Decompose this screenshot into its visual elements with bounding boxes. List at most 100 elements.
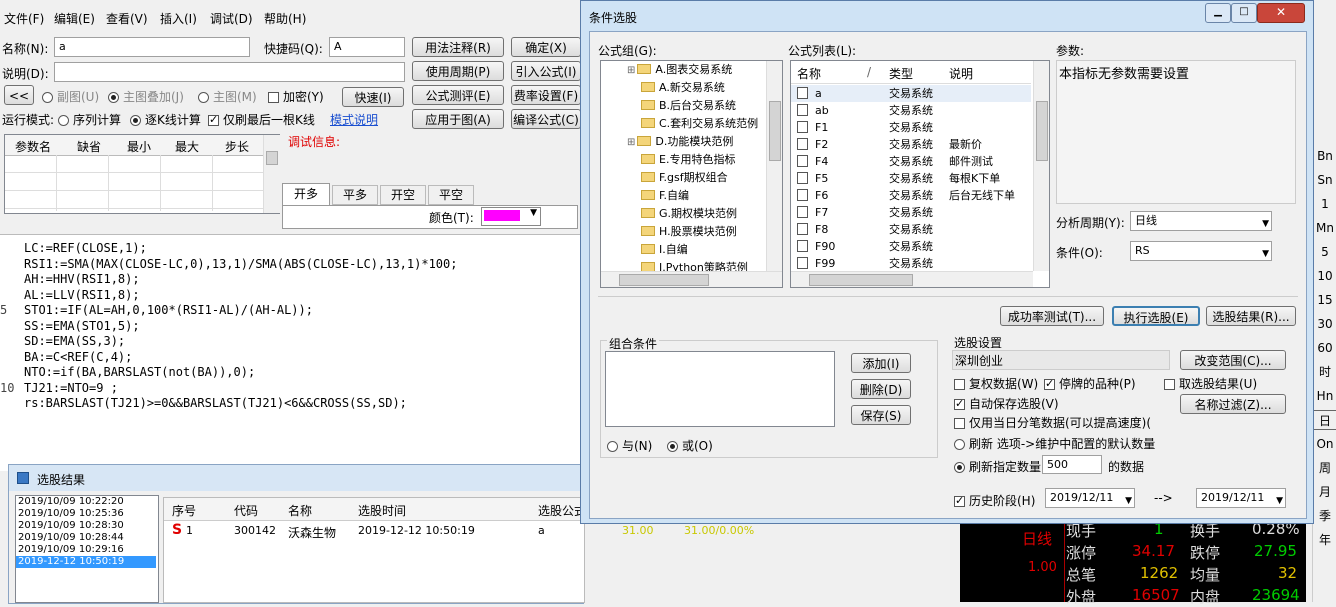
- delete-button[interactable]: 删除(D): [851, 379, 911, 399]
- menu-file[interactable]: 文件(F): [4, 10, 44, 27]
- formula-group-item[interactable]: H.股票模块范例: [641, 223, 737, 241]
- menu-help[interactable]: 帮助(H): [264, 10, 306, 27]
- expand-icon[interactable]: ⊞: [627, 65, 635, 76]
- formula-list-row[interactable]: F99 交易系统: [791, 255, 1031, 272]
- tab-close-long[interactable]: 平多: [332, 185, 378, 205]
- minimize-button[interactable]: ▁: [1205, 3, 1231, 23]
- radio-main[interactable]: 主图(M): [198, 88, 257, 105]
- param-scroll-thumb[interactable]: [266, 151, 278, 165]
- tree-hscroll-thumb[interactable]: [619, 274, 709, 286]
- success-rate-button[interactable]: 成功率测试(T)...: [1000, 306, 1104, 326]
- tab-close-short[interactable]: 平空: [428, 185, 474, 205]
- period-tool-2[interactable]: 1: [1313, 194, 1336, 214]
- period-tool-7[interactable]: 30: [1313, 314, 1336, 334]
- formula-group-item[interactable]: ⊞ D.功能模块范例: [627, 133, 733, 151]
- desc-input[interactable]: [54, 62, 405, 82]
- formula-group-item[interactable]: F.自编: [641, 187, 689, 205]
- menu-edit[interactable]: 编辑(E): [54, 10, 95, 27]
- formula-list-row[interactable]: F8 交易系统: [791, 221, 1031, 238]
- run-selection-button[interactable]: 执行选股(E): [1112, 306, 1200, 326]
- result-time-item[interactable]: 2019/10/09 10:28:44: [16, 532, 156, 544]
- ok-button[interactable]: 确定(X): [511, 37, 581, 57]
- formula-list-row[interactable]: F5 交易系统 每根K下单: [791, 170, 1031, 187]
- selection-result-button[interactable]: 选股结果(R)...: [1206, 306, 1296, 326]
- name-input[interactable]: a: [54, 37, 250, 57]
- period-tool-9[interactable]: 时: [1313, 362, 1336, 382]
- count-input[interactable]: 500: [1042, 455, 1102, 474]
- formula-list-row[interactable]: F4 交易系统 邮件测试: [791, 153, 1031, 170]
- result-time-item[interactable]: 2019/10/09 10:25:36: [16, 508, 156, 520]
- radio-overlay[interactable]: 主图叠加(J): [108, 88, 184, 105]
- formula-list-row[interactable]: F90 交易系统: [791, 238, 1031, 255]
- quick-button[interactable]: 快速(I): [342, 87, 404, 107]
- radio-sequence[interactable]: 序列计算: [58, 111, 121, 128]
- radio-per-bar[interactable]: 逐K线计算: [130, 111, 201, 128]
- expand-icon[interactable]: ⊞: [627, 137, 635, 148]
- import-formula-button[interactable]: 引入公式(I): [511, 61, 581, 81]
- formula-list-row[interactable]: F6 交易系统 后台无线下单: [791, 187, 1031, 204]
- period-tool-0[interactable]: Bn: [1313, 146, 1336, 166]
- name-filter-button[interactable]: 名称过滤(Z)...: [1180, 394, 1286, 414]
- tree-vscroll-thumb[interactable]: [769, 101, 781, 161]
- formula-group-item[interactable]: B.后台交易系统: [641, 97, 736, 115]
- compile-button[interactable]: 编译公式(C): [511, 109, 581, 129]
- period-tool-6[interactable]: 15: [1313, 290, 1336, 310]
- usage-period-button[interactable]: 使用周期(P): [412, 61, 504, 81]
- results-row[interactable]: S 1 300142 沃森生物 2019-12-12 10:50:19 a: [164, 522, 584, 540]
- period-tool-10[interactable]: Hn: [1313, 386, 1336, 406]
- radio-or[interactable]: 或(O): [667, 437, 713, 454]
- formula-group-item[interactable]: ⊞ A.图表交易系统: [627, 61, 732, 79]
- result-time-item[interactable]: 2019/10/09 10:29:16: [16, 544, 156, 556]
- close-button[interactable]: ✕: [1257, 3, 1305, 23]
- fee-settings-button[interactable]: 费率设置(F): [511, 85, 581, 105]
- period-tool-14[interactable]: 月: [1313, 482, 1336, 502]
- formula-list-row[interactable]: a 交易系统: [791, 85, 1031, 102]
- param-scrollbar[interactable]: [263, 135, 280, 213]
- restore-checkbox[interactable]: 复权数据(W): [954, 375, 1038, 392]
- formula-list[interactable]: 名称 / 类型 说明 a 交易系统 ab 交易系统 F1 交易系统 F2 交易系统 最新价 F4 交…: [790, 60, 1050, 288]
- suspended-checkbox[interactable]: 停牌的品种(P): [1044, 375, 1136, 392]
- menu-debug[interactable]: 调试(D): [210, 10, 253, 27]
- formula-group-item[interactable]: F.gsf期权组合: [641, 169, 728, 187]
- menu-insert[interactable]: 插入(I): [160, 10, 197, 27]
- list-vscroll[interactable]: [1033, 61, 1049, 271]
- result-time-item[interactable]: 2019-12-12 10:50:19: [16, 556, 156, 568]
- list-vscroll-thumb[interactable]: [1036, 101, 1048, 161]
- period-tool-15[interactable]: 季: [1313, 506, 1336, 526]
- formula-list-row[interactable]: F1 交易系统: [791, 119, 1031, 136]
- period-select[interactable]: 日线 ▼: [1130, 211, 1272, 231]
- formula-list-row[interactable]: F2 交易系统 最新价: [791, 136, 1031, 153]
- add-button[interactable]: 添加(I): [851, 353, 911, 373]
- formula-group-item[interactable]: A.新交易系统: [641, 79, 725, 97]
- radio-subchart[interactable]: 副图(U): [42, 88, 99, 105]
- period-tool-4[interactable]: 5: [1313, 242, 1336, 262]
- list-hscroll[interactable]: [791, 271, 1033, 287]
- formula-test-button[interactable]: 公式测评(E): [412, 85, 504, 105]
- formula-group-item[interactable]: G.期权模块范例: [641, 205, 737, 223]
- code-editor[interactable]: LC:=REF(CLOSE,1); RSI1:=SMA(MAX(CLOSE-LC,…: [0, 234, 580, 471]
- formula-group-item[interactable]: C.套利交易系统范例: [641, 115, 758, 133]
- apply-to-chart-button[interactable]: 应用于图(A): [412, 109, 504, 129]
- period-tool-3[interactable]: Mn: [1313, 218, 1336, 238]
- date-to-select[interactable]: 2019/12/11 ▼: [1196, 488, 1286, 508]
- collapse-button[interactable]: <<: [4, 85, 34, 105]
- encrypt-checkbox[interactable]: 加密(Y): [268, 88, 324, 105]
- period-tool-8[interactable]: 60: [1313, 338, 1336, 358]
- tab-open-short[interactable]: 开空: [380, 185, 426, 205]
- result-time-item[interactable]: 2019/10/09 10:22:20: [16, 496, 156, 508]
- save-button[interactable]: 保存(S): [851, 405, 911, 425]
- formula-list-row[interactable]: ab 交易系统: [791, 102, 1031, 119]
- maximize-button[interactable]: □: [1231, 3, 1257, 23]
- autosave-checkbox[interactable]: 自动保存选股(V): [954, 395, 1059, 412]
- period-tool-1[interactable]: Sn: [1313, 170, 1336, 190]
- menu-view[interactable]: 查看(V): [106, 10, 148, 27]
- intraday-checkbox[interactable]: 仅用当日分笔数据(可以提高速度)(: [954, 414, 1151, 431]
- tab-open-long[interactable]: 开多: [282, 183, 330, 206]
- change-range-button[interactable]: 改变范围(C)...: [1180, 350, 1286, 370]
- period-tool-12[interactable]: On: [1313, 434, 1336, 454]
- formula-group-item[interactable]: E.专用特色指标: [641, 151, 735, 169]
- formula-group-tree[interactable]: ⊞ A.图表交易系统 A.新交易系统 B.后台交易系统 C.套利交易系统范例 ⊞ D.功能模…: [600, 60, 783, 288]
- tree-hscroll[interactable]: [601, 271, 782, 287]
- radio-and[interactable]: 与(N): [607, 437, 652, 454]
- period-tool-11[interactable]: 日: [1313, 410, 1336, 430]
